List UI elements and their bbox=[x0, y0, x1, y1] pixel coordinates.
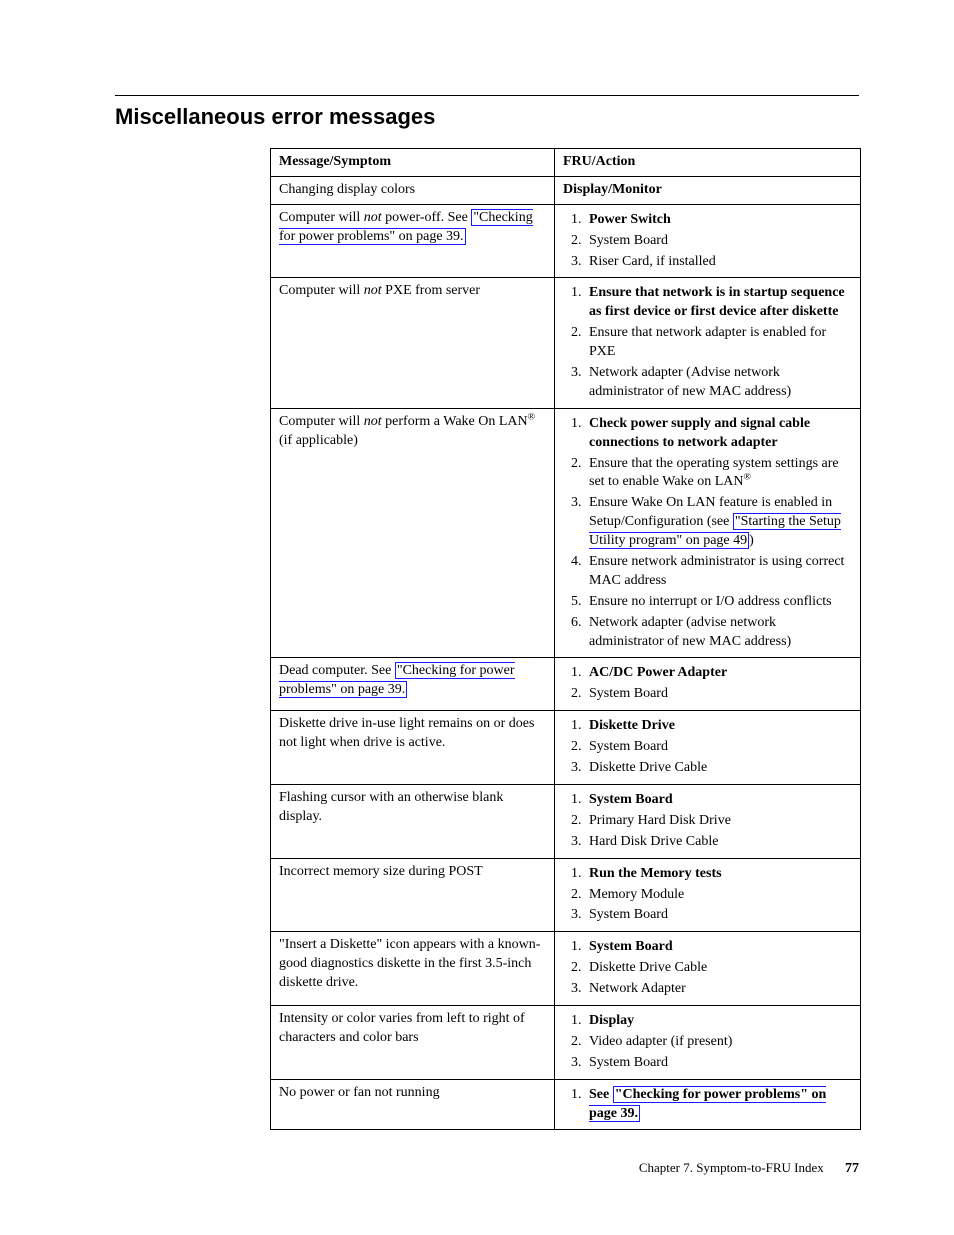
list-item: Hard Disk Drive Cable bbox=[585, 833, 852, 852]
list-item: Network Adapter bbox=[585, 980, 852, 999]
list-item: System Board bbox=[585, 791, 852, 810]
symptom-cell: No power or fan not running bbox=[271, 1079, 555, 1130]
chapter-label: Chapter 7. Symptom-to-FRU Index bbox=[639, 1160, 824, 1175]
symptom-cell: Computer will not PXE from server bbox=[271, 278, 555, 408]
list-item: Ensure Wake On LAN feature is enabled in… bbox=[585, 494, 852, 551]
top-rule bbox=[115, 95, 859, 96]
symptom-cell: Computer will not power-off. See "Checki… bbox=[271, 204, 555, 278]
symptom-cell: Diskette drive in-use light remains on o… bbox=[271, 711, 555, 785]
symptom-cell: Computer will not perform a Wake On LAN®… bbox=[271, 408, 555, 658]
action-cell: System Board Primary Hard Disk Drive Har… bbox=[555, 784, 861, 858]
section-heading: Miscellaneous error messages bbox=[115, 104, 859, 130]
list-item: System Board bbox=[585, 685, 852, 704]
list-item: System Board bbox=[585, 906, 852, 925]
list-item: Power Switch bbox=[585, 211, 852, 230]
fru-table: Message/Symptom FRU/Action Changing disp… bbox=[270, 148, 861, 1130]
action-cell: See "Checking for power problems" on pag… bbox=[555, 1079, 861, 1130]
action-cell: System Board Diskette Drive Cable Networ… bbox=[555, 932, 861, 1006]
action-cell: Display Video adapter (if present) Syste… bbox=[555, 1005, 861, 1079]
action-cell: Diskette Drive System Board Diskette Dri… bbox=[555, 711, 861, 785]
list-item: System Board bbox=[585, 1054, 852, 1073]
table-row: Computer will not PXE from server Ensure… bbox=[271, 278, 861, 408]
table-row: Computer will not power-off. See "Checki… bbox=[271, 204, 861, 278]
doc-link[interactable]: "Checking for power problems" on page 39… bbox=[589, 1086, 826, 1122]
list-item: Network adapter (advise network administ… bbox=[585, 614, 852, 652]
action-cell: AC/DC Power Adapter System Board bbox=[555, 658, 861, 711]
table-row: Changing display colors Display/Monitor bbox=[271, 176, 861, 204]
list-item: System Board bbox=[585, 232, 852, 251]
table-row: No power or fan not running See "Checkin… bbox=[271, 1079, 861, 1130]
table-row: Diskette drive in-use light remains on o… bbox=[271, 711, 861, 785]
action-cell: Check power supply and signal cable conn… bbox=[555, 408, 861, 658]
action-cell: Display/Monitor bbox=[555, 176, 861, 204]
action-cell: Run the Memory tests Memory Module Syste… bbox=[555, 858, 861, 932]
list-item: System Board bbox=[585, 938, 852, 957]
list-item: Ensure no interrupt or I/O address confl… bbox=[585, 593, 852, 612]
list-item: Network adapter (Advise network administ… bbox=[585, 364, 852, 402]
table-row: Dead computer. See "Checking for power p… bbox=[271, 658, 861, 711]
list-item: Primary Hard Disk Drive bbox=[585, 812, 852, 831]
symptom-cell: Incorrect memory size during POST bbox=[271, 858, 555, 932]
list-item: Ensure network administrator is using co… bbox=[585, 553, 852, 591]
action-cell: Power Switch System Board Riser Card, if… bbox=[555, 204, 861, 278]
symptom-cell: "Insert a Diskette" icon appears with a … bbox=[271, 932, 555, 1006]
list-item: Diskette Drive Cable bbox=[585, 759, 852, 778]
list-item: System Board bbox=[585, 738, 852, 757]
table-row: Flashing cursor with an otherwise blank … bbox=[271, 784, 861, 858]
table-row: Incorrect memory size during POST Run th… bbox=[271, 858, 861, 932]
list-item: Diskette Drive bbox=[585, 717, 852, 736]
table-row: Intensity or color varies from left to r… bbox=[271, 1005, 861, 1079]
col-header-action: FRU/Action bbox=[555, 149, 861, 177]
list-item: Riser Card, if installed bbox=[585, 253, 852, 272]
action-cell: Ensure that network is in startup sequen… bbox=[555, 278, 861, 408]
table-row: Computer will not perform a Wake On LAN®… bbox=[271, 408, 861, 658]
list-item: Display bbox=[585, 1012, 852, 1031]
symptom-cell: Intensity or color varies from left to r… bbox=[271, 1005, 555, 1079]
page-number: 77 bbox=[845, 1161, 859, 1176]
col-header-symptom: Message/Symptom bbox=[271, 149, 555, 177]
table-row: "Insert a Diskette" icon appears with a … bbox=[271, 932, 861, 1006]
list-item: Check power supply and signal cable conn… bbox=[585, 415, 852, 453]
list-item: Memory Module bbox=[585, 886, 852, 905]
list-item: See "Checking for power problems" on pag… bbox=[585, 1086, 852, 1124]
symptom-cell: Dead computer. See "Checking for power p… bbox=[271, 658, 555, 711]
list-item: Run the Memory tests bbox=[585, 865, 852, 884]
page-footer: Chapter 7. Symptom-to-FRU Index 77 bbox=[639, 1160, 859, 1177]
list-item: Video adapter (if present) bbox=[585, 1033, 852, 1052]
list-item: Ensure that the operating system setting… bbox=[585, 455, 852, 493]
list-item: Ensure that network adapter is enabled f… bbox=[585, 324, 852, 362]
list-item: Diskette Drive Cable bbox=[585, 959, 852, 978]
list-item: AC/DC Power Adapter bbox=[585, 664, 852, 683]
symptom-cell: Flashing cursor with an otherwise blank … bbox=[271, 784, 555, 858]
symptom-cell: Changing display colors bbox=[271, 176, 555, 204]
list-item: Ensure that network is in startup sequen… bbox=[585, 284, 852, 322]
